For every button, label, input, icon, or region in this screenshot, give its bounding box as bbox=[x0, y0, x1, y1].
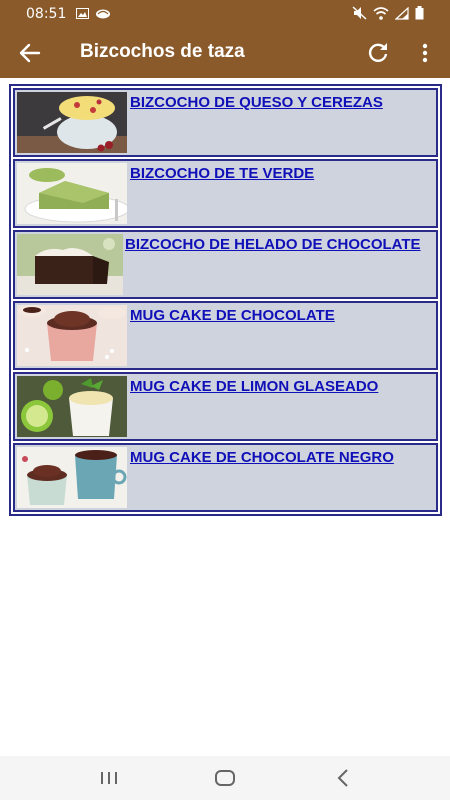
list-item[interactable]: MUG CAKE DE CHOCOLATE NEGRO bbox=[13, 443, 438, 512]
image-icon bbox=[76, 8, 89, 19]
back-nav-icon[interactable] bbox=[330, 766, 356, 790]
home-icon[interactable] bbox=[212, 766, 238, 790]
wifi-icon bbox=[373, 6, 389, 20]
recipe-thumbnail bbox=[17, 163, 127, 224]
list-item[interactable]: BIZCOCHO DE TE VERDE bbox=[13, 159, 438, 228]
recipe-link[interactable]: MUG CAKE DE CHOCOLATE bbox=[130, 307, 432, 325]
list-item[interactable]: MUG CAKE DE CHOCOLATE bbox=[13, 301, 438, 370]
app-toolbar: Bizcochos de taza bbox=[0, 28, 450, 78]
refresh-icon[interactable] bbox=[364, 39, 392, 67]
recipe-link[interactable]: MUG CAKE DE LIMON GLASEADO bbox=[130, 378, 432, 396]
status-time: 08:51 bbox=[26, 6, 67, 22]
list-item[interactable]: BIZCOCHO DE HELADO DE CHOCOLATE bbox=[13, 230, 438, 299]
recipe-thumbnail bbox=[17, 447, 127, 508]
recent-apps-icon[interactable] bbox=[96, 766, 122, 790]
recipe-thumbnail bbox=[17, 376, 127, 437]
battery-icon bbox=[415, 6, 424, 20]
signal-icon bbox=[395, 6, 409, 20]
recipe-thumbnail bbox=[17, 234, 123, 295]
more-vert-icon[interactable] bbox=[414, 39, 436, 67]
recipe-link[interactable]: BIZCOCHO DE QUESO Y CEREZAS bbox=[130, 94, 432, 112]
status-bar: 08:51 bbox=[0, 0, 450, 28]
cloud-icon bbox=[96, 9, 110, 19]
recipe-list: BIZCOCHO DE QUESO Y CEREZAS BIZCOCHO DE … bbox=[9, 84, 442, 516]
recipe-link[interactable]: BIZCOCHO DE TE VERDE bbox=[130, 165, 432, 183]
page-title: Bizcochos de taza bbox=[80, 41, 245, 62]
recipe-thumbnail bbox=[17, 92, 127, 153]
system-nav-bar bbox=[0, 756, 450, 800]
list-item[interactable]: BIZCOCHO DE QUESO Y CEREZAS bbox=[13, 88, 438, 157]
list-item[interactable]: MUG CAKE DE LIMON GLASEADO bbox=[13, 372, 438, 441]
recipe-link[interactable]: MUG CAKE DE CHOCOLATE NEGRO bbox=[130, 449, 432, 467]
mute-icon bbox=[352, 6, 367, 20]
recipe-link[interactable]: BIZCOCHO DE HELADO DE CHOCOLATE bbox=[125, 236, 432, 254]
arrow-back-icon[interactable] bbox=[14, 39, 46, 67]
recipe-thumbnail bbox=[17, 305, 127, 366]
